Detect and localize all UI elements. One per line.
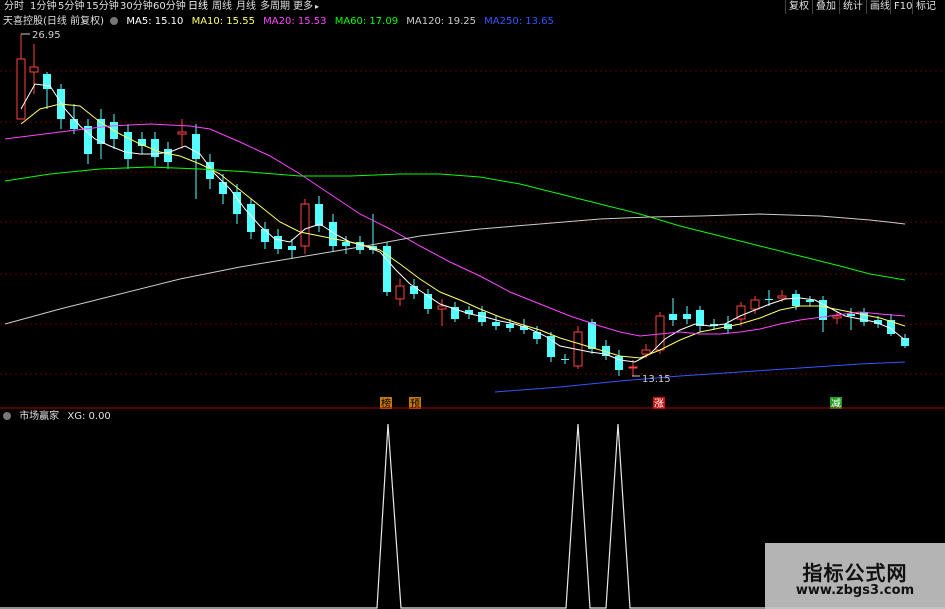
candle-up: [777, 295, 787, 299]
candle-up: [832, 315, 842, 319]
signal-markers: 榜 预 涨 减: [380, 397, 842, 409]
low-price-label: 13.15: [642, 374, 671, 385]
candle-down: [315, 204, 323, 226]
tab-weekly[interactable]: 周线: [212, 0, 232, 14]
watermark-logo: 指标公式网 www.zbgs3.com: [765, 543, 945, 609]
period-toolbar: 分时 1分钟 5分钟 15分钟 30分钟 60分钟 日线 周线 月线 多周期 更…: [0, 0, 945, 14]
candle-up: [750, 299, 760, 310]
candle-down: [43, 74, 51, 89]
tab-monthly[interactable]: 月线: [236, 0, 256, 14]
candle-down: [274, 236, 282, 249]
tab-15min[interactable]: 15分钟: [86, 0, 119, 14]
signal-marker: 减: [831, 398, 841, 409]
candle-down: [547, 336, 555, 357]
candle-up: [300, 203, 310, 247]
tab-1min[interactable]: 1分钟: [30, 0, 56, 14]
watermark-url: www.zbgs3.com: [795, 583, 915, 598]
candle-down: [342, 242, 350, 246]
ma250-line: [494, 361, 906, 393]
tab-daily[interactable]: 日线: [188, 0, 208, 14]
stats-button[interactable]: 统计: [839, 0, 866, 14]
candle-down: [765, 299, 773, 300]
candle-down: [288, 246, 296, 250]
candlestick-chart[interactable]: 26.95 13.15 榜 预 涨 减: [0, 14, 945, 409]
high-price-annotation: 26.95: [21, 30, 61, 41]
tab-5min[interactable]: 5分钟: [58, 0, 84, 14]
candle-up: [16, 58, 26, 120]
ma-lines-layer: [4, 83, 906, 393]
high-price-label: 26.95: [32, 30, 61, 41]
candle-down: [247, 204, 255, 232]
tab-60min[interactable]: 60分钟: [153, 0, 186, 14]
candle-down: [164, 149, 172, 162]
price-grid: [0, 70, 945, 375]
candle-down: [901, 338, 909, 346]
candle-down: [219, 182, 227, 194]
chevron-right-icon: ▸: [315, 2, 320, 11]
candle-down: [696, 310, 704, 326]
ma5-line: [20, 83, 906, 363]
candle-up: [395, 285, 405, 300]
candle-down: [806, 300, 814, 302]
candle-up: [641, 349, 651, 355]
tab-multi-period[interactable]: 多周期: [260, 0, 290, 14]
candle-up: [177, 131, 187, 135]
watermark-title: 指标公式网: [802, 561, 908, 585]
signal-marker: 榜: [381, 397, 391, 409]
candle-down: [669, 314, 677, 320]
candle-up: [655, 315, 665, 351]
ma60-line: [4, 166, 906, 281]
tab-more-label: 更多: [293, 1, 313, 12]
overlay-button[interactable]: 叠加: [812, 0, 839, 14]
mark-button[interactable]: 标记: [912, 0, 939, 14]
signal-marker: 涨: [654, 398, 664, 409]
candle-down: [70, 119, 78, 129]
candle-down: [792, 294, 800, 306]
tab-more[interactable]: 更多 ▸: [293, 0, 319, 14]
adjust-button[interactable]: 复权: [785, 0, 812, 14]
candle-up: [628, 366, 638, 369]
candle-down: [492, 322, 500, 326]
candle-down: [588, 322, 596, 349]
candle-up: [437, 305, 447, 310]
candle-down: [192, 134, 200, 159]
candle-down: [847, 314, 855, 316]
signal-marker: 预: [410, 398, 420, 409]
tab-intraday[interactable]: 分时: [4, 0, 24, 14]
candle-down: [506, 324, 514, 328]
candle-up: [29, 66, 39, 73]
candle-down: [683, 314, 691, 319]
candle-down: [561, 359, 569, 360]
draw-line-button[interactable]: 画线: [866, 0, 893, 14]
tab-30min[interactable]: 30分钟: [120, 0, 153, 14]
